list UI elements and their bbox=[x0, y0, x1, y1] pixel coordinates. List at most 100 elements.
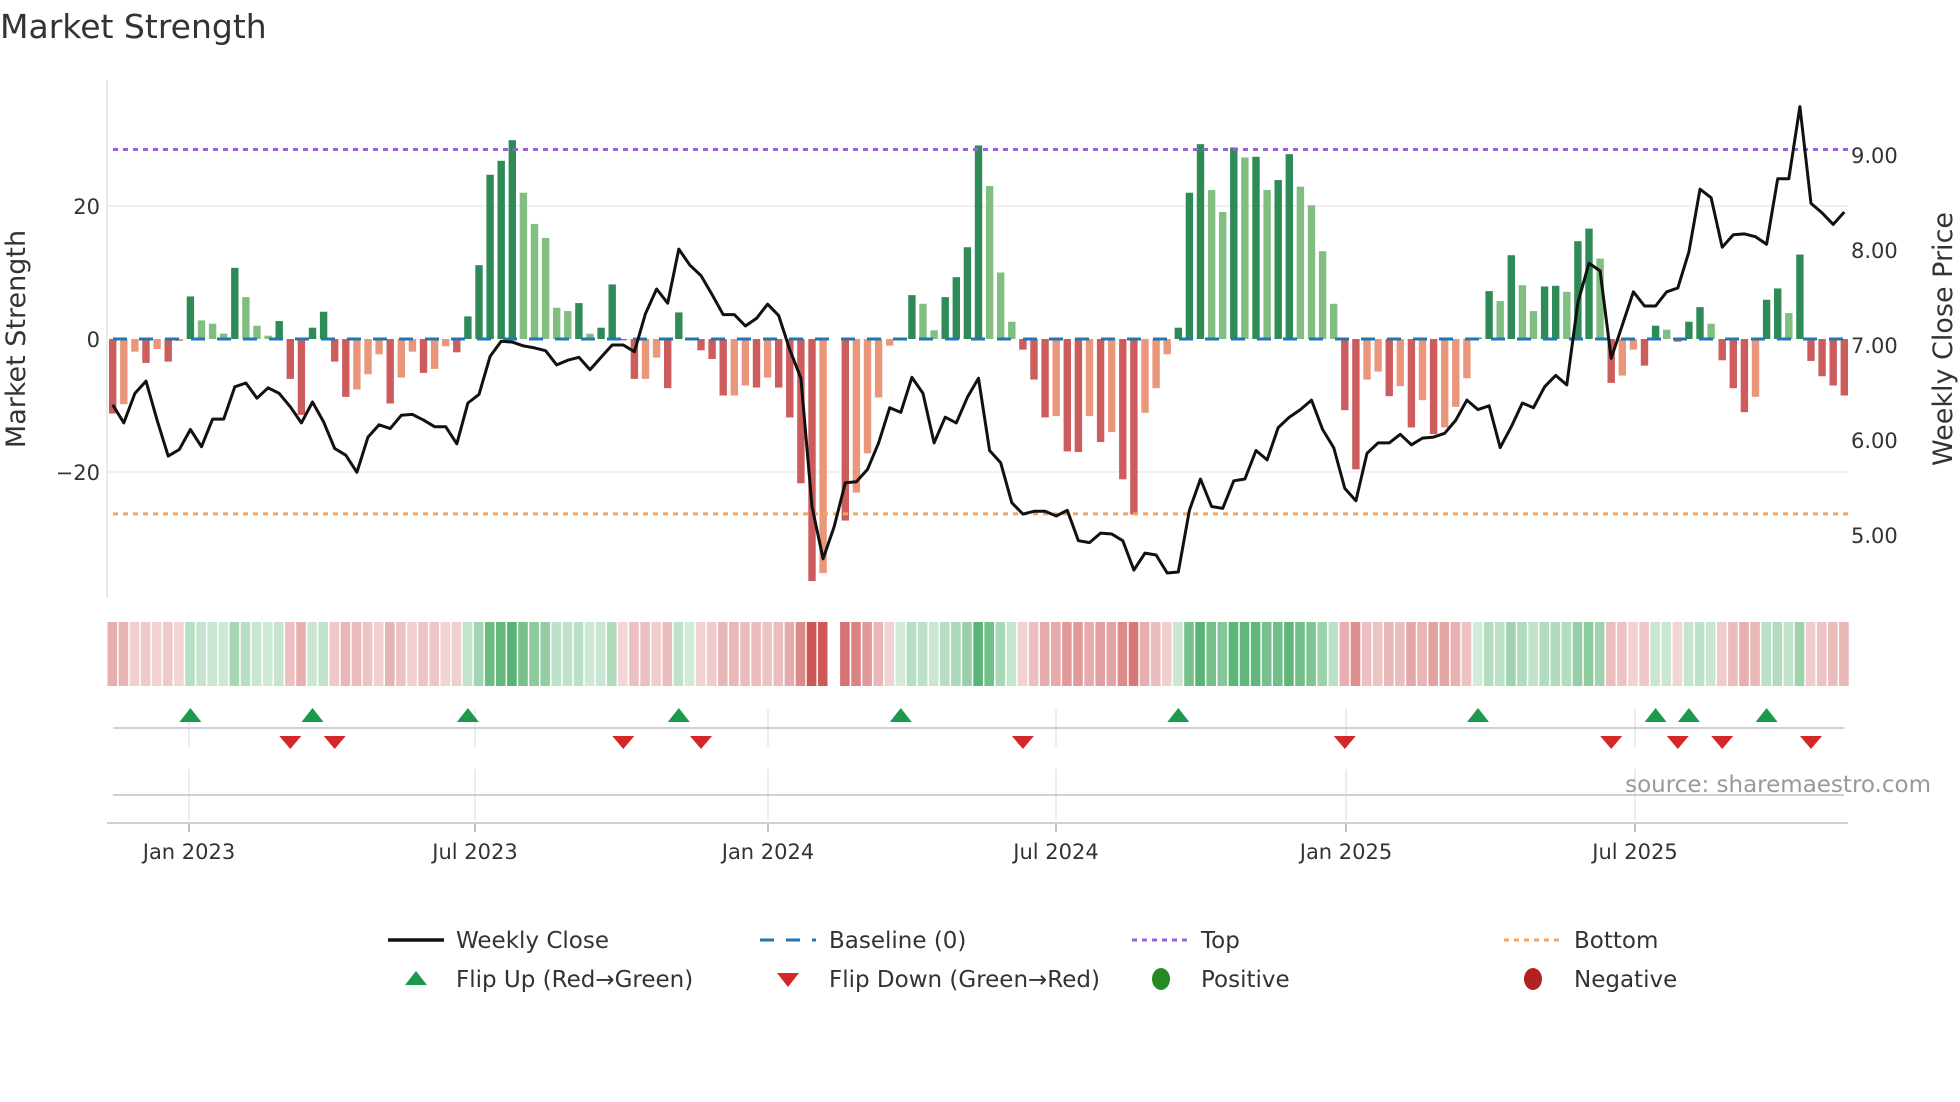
negative-strength-cell bbox=[1805, 622, 1816, 686]
negative-strength-bar bbox=[1052, 339, 1060, 417]
positive-strength-bar bbox=[1540, 286, 1549, 339]
positive-strength-bar bbox=[919, 303, 927, 339]
legend-item-top[interactable]: Top bbox=[1132, 928, 1240, 954]
positive-strength-bar bbox=[197, 320, 206, 339]
legend-item-flip-up[interactable]: Flip Up (Red→Green) bbox=[405, 967, 693, 993]
negative-strength-cell bbox=[817, 622, 828, 686]
positive-strength-cell bbox=[251, 622, 262, 686]
positive-strength-cell bbox=[928, 622, 939, 686]
negative-strength-cell bbox=[1139, 622, 1150, 686]
legend-item-bottom[interactable]: Bottom bbox=[1504, 928, 1658, 954]
positive-strength-bar bbox=[464, 316, 472, 339]
positive-strength-cell bbox=[1239, 622, 1250, 686]
negative-strength-cell bbox=[1717, 622, 1727, 686]
positive-strength-cell bbox=[185, 622, 195, 686]
flip-up-marker bbox=[889, 708, 912, 722]
flip-up-marker bbox=[1167, 708, 1190, 722]
positive-strength-bar bbox=[1796, 254, 1804, 339]
negative-strength-bar bbox=[1108, 339, 1116, 433]
negative-strength-bar bbox=[1019, 339, 1027, 350]
positive-strength-cell bbox=[262, 622, 273, 686]
negative-strength-cell bbox=[140, 622, 151, 686]
y2-tick-label: 9.00 bbox=[1851, 144, 1898, 168]
negative-strength-bar bbox=[1041, 339, 1049, 418]
negative-strength-cell bbox=[1639, 622, 1649, 686]
positive-strength-bar bbox=[208, 323, 217, 339]
positive-strength-bar bbox=[497, 160, 505, 339]
positive-strength-cell bbox=[917, 622, 928, 686]
positive-strength-cell bbox=[1772, 622, 1783, 686]
negative-strength-bar bbox=[297, 339, 306, 415]
negative-strength-bar bbox=[652, 339, 661, 358]
negative-strength-bar bbox=[1418, 339, 1427, 401]
strength-heat-strip bbox=[107, 622, 1849, 686]
negative-strength-bar bbox=[697, 339, 705, 351]
positive-strength-bar bbox=[974, 145, 983, 339]
legend-item-positive[interactable]: Positive bbox=[1152, 967, 1290, 993]
flip-down-marker bbox=[1011, 736, 1034, 749]
positive-strength-cell bbox=[207, 622, 217, 686]
positive-strength-cell bbox=[573, 622, 584, 686]
legend-label: Flip Up (Red→Green) bbox=[456, 967, 693, 993]
circle-icon bbox=[1152, 968, 1170, 990]
negative-strength-bar bbox=[1729, 339, 1737, 389]
positive-strength-bar bbox=[1507, 255, 1515, 339]
negative-strength-cell bbox=[862, 622, 872, 686]
flip-down-marker bbox=[1666, 736, 1689, 749]
legend-item-negative[interactable]: Negative bbox=[1524, 967, 1677, 993]
positive-strength-bar bbox=[1685, 321, 1693, 339]
negative-strength-bar bbox=[730, 339, 738, 396]
negative-strength-cell bbox=[407, 622, 417, 686]
positive-strength-bar bbox=[575, 303, 583, 339]
positive-strength-bar bbox=[597, 327, 605, 339]
negative-strength-cell bbox=[795, 622, 806, 686]
positive-strength-bar bbox=[275, 321, 283, 339]
negative-strength-bar bbox=[1629, 339, 1638, 350]
positive-strength-bar bbox=[1496, 301, 1504, 339]
positive-strength-cell bbox=[940, 622, 950, 686]
negative-strength-cell bbox=[751, 622, 761, 686]
negative-strength-cell bbox=[1816, 622, 1827, 686]
negative-strength-bar bbox=[1119, 339, 1127, 480]
positive-strength-bar bbox=[508, 140, 516, 339]
negative-strength-cell bbox=[285, 622, 295, 686]
positive-strength-cell bbox=[1195, 622, 1205, 686]
positive-strength-cell bbox=[607, 622, 617, 686]
positive-strength-bar bbox=[186, 296, 195, 339]
negative-strength-bar bbox=[442, 339, 450, 347]
positive-strength-cell bbox=[1506, 622, 1516, 686]
negative-strength-bar bbox=[1163, 339, 1171, 355]
positive-strength-bar bbox=[1552, 285, 1560, 339]
positive-strength-cell bbox=[673, 622, 684, 686]
legend-item-weekly-close[interactable]: Weekly Close bbox=[388, 928, 609, 954]
positive-strength-bar bbox=[1296, 186, 1305, 339]
negative-strength-cell bbox=[329, 622, 340, 686]
legend-item-flip-down[interactable]: Flip Down (Green→Red) bbox=[777, 967, 1100, 993]
positive-strength-bar bbox=[1207, 190, 1216, 339]
positive-strength-bar bbox=[1241, 157, 1249, 339]
legend-item-baseline[interactable]: Baseline (0) bbox=[760, 928, 966, 954]
positive-strength-bar bbox=[1785, 313, 1793, 339]
positive-strength-cell bbox=[529, 622, 539, 686]
positive-strength-bar bbox=[242, 297, 250, 339]
positive-strength-bar bbox=[1707, 323, 1715, 339]
negative-strength-bar bbox=[1640, 339, 1649, 366]
positive-strength-cell bbox=[1273, 622, 1283, 686]
negative-strength-bar bbox=[1063, 339, 1071, 452]
negative-strength-cell bbox=[1406, 622, 1416, 686]
negative-strength-cell bbox=[1606, 622, 1616, 686]
positive-strength-bar bbox=[1774, 288, 1782, 339]
negative-strength-bar bbox=[408, 339, 417, 352]
positive-strength-cell bbox=[895, 622, 906, 686]
legend-label: Top bbox=[1200, 928, 1240, 954]
positive-strength-bar bbox=[1318, 251, 1327, 339]
negative-strength-bar bbox=[419, 339, 428, 373]
negative-strength-bar bbox=[752, 339, 761, 388]
negative-strength-cell bbox=[1750, 622, 1760, 686]
negative-strength-bar bbox=[1130, 339, 1138, 515]
legend-label: Weekly Close bbox=[456, 928, 609, 954]
positive-strength-bar bbox=[675, 312, 683, 339]
positive-strength-bar bbox=[564, 311, 572, 339]
negative-strength-cell bbox=[695, 622, 706, 686]
positive-strength-cell bbox=[1317, 622, 1327, 686]
